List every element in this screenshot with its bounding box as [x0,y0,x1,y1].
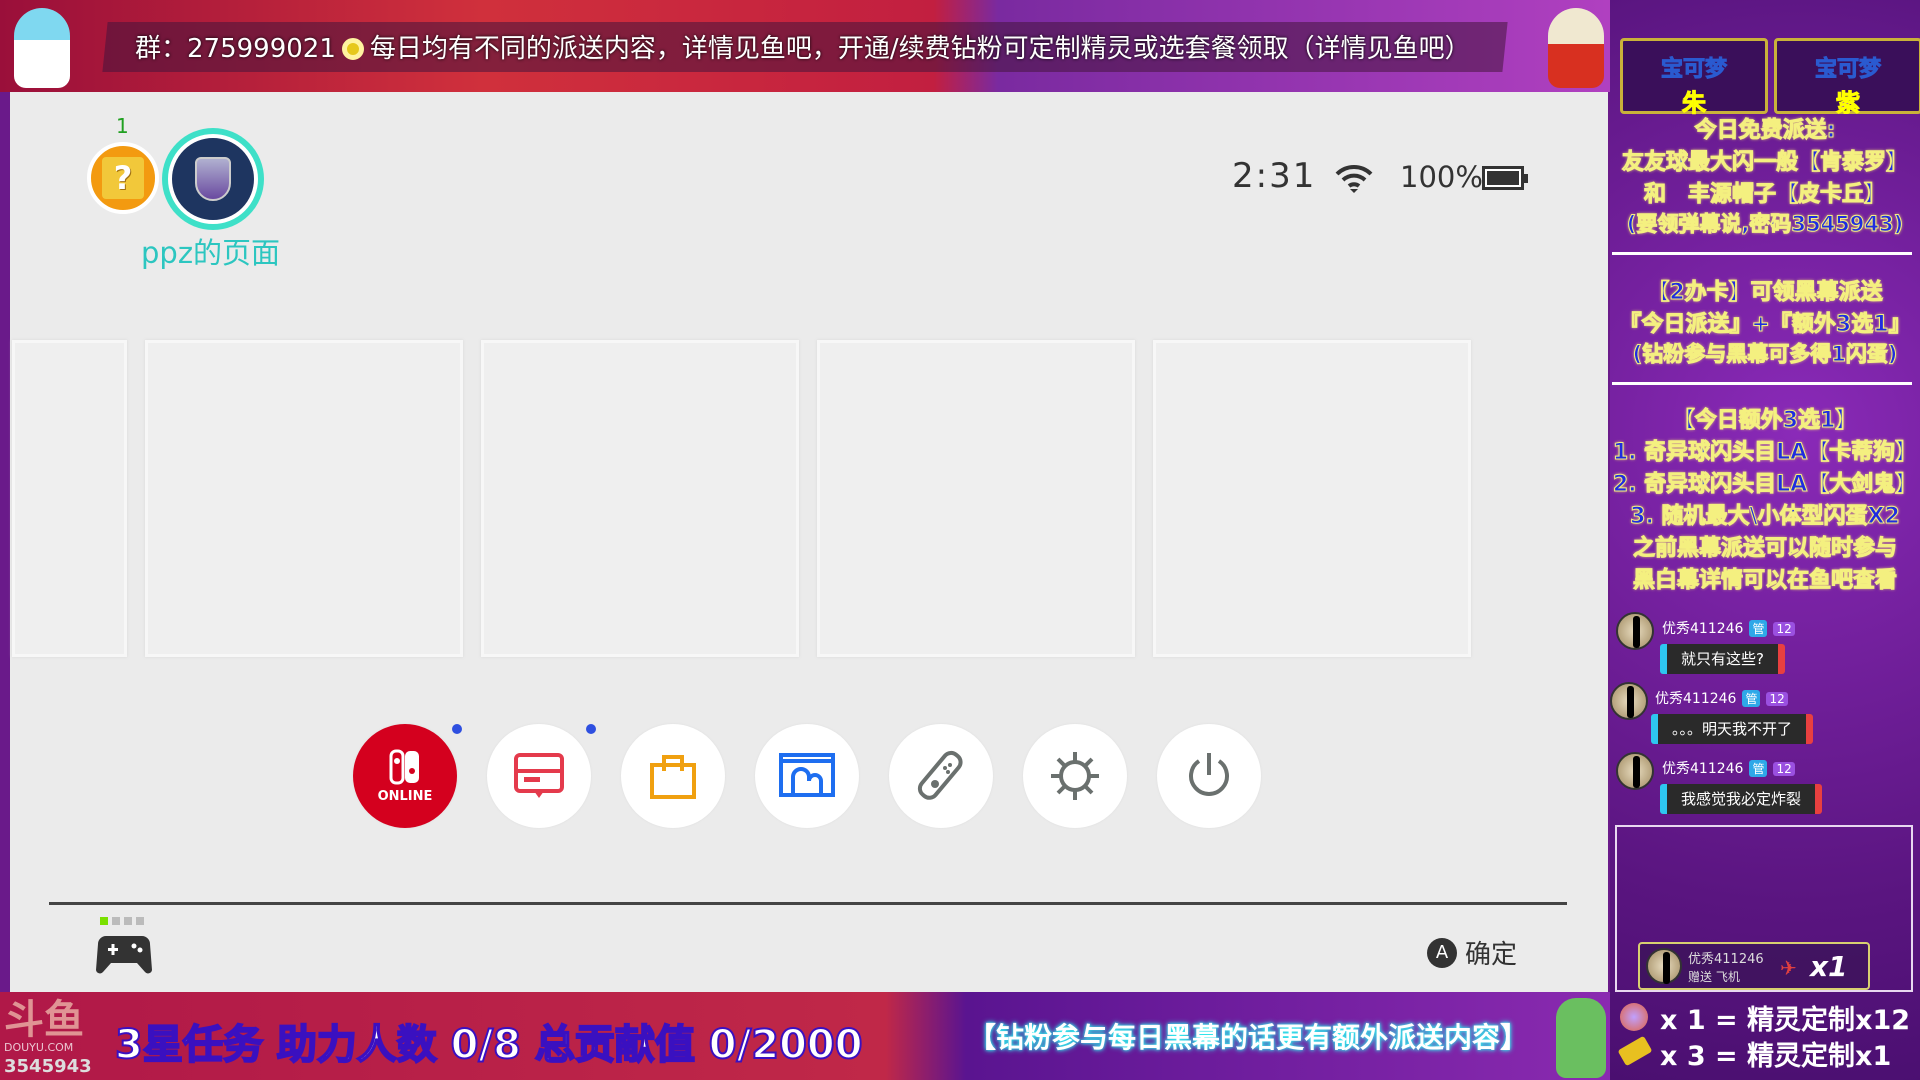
chat-bubble: 。。。明天我不开了 [1651,714,1814,744]
online-label: ONLINE [377,788,433,804]
hylian-shield-icon [195,157,231,201]
pokeball-icon [341,38,364,60]
extra-line: 之前黑幕派送可以随时参与 [1632,536,1897,562]
game-tile[interactable] [481,340,799,657]
blackcurtain-line: (钻粉参与黑幕可多得1闪蛋) [1632,342,1898,367]
banner-text: 群：275999021 每日均有不同的派送内容，详情见鱼吧，开通/续费钻粉可定制精… [135,34,1471,64]
divider [1612,382,1912,385]
game-tile-partial[interactable] [12,340,127,657]
battery-percent: 100% [1400,160,1483,194]
stream-top-banner: 群：275999021 每日均有不同的派送内容，详情见鱼吧，开通/续费钻粉可定制精… [0,0,1610,92]
gear-icon [1051,752,1099,800]
album-icon [779,753,835,797]
question-block-icon: ? [102,157,144,199]
gift-action: 赠送 飞机 [1688,970,1740,984]
quaxly-mascot [14,8,70,88]
player-indicator [100,917,144,925]
user-badge-count: 1 [116,114,129,138]
douyu-logo: 斗鱼 DOUYU.COM [4,997,84,1054]
free-gift-line: 今日免费派送: [1694,118,1836,144]
chat-username: 优秀411246 [1655,691,1737,707]
blackcurtain-line: 『今日派送』+『额外3选1』 [1619,312,1911,338]
stream-info-panel: 宝可梦朱 宝可梦紫 今日免费派送: 友友球最大闪一般【肯泰罗】 和 丰源帽子【皮… [1610,0,1920,1080]
gift-notice: 优秀411246 赠送 飞机 ✈ x1 [1638,942,1870,990]
chat-username: 优秀411246 [1662,761,1744,777]
system-settings-button[interactable] [1023,724,1127,828]
controller-icon[interactable] [96,932,152,974]
promo-text: 【钻粉参与每日黑幕的话更有额外派送内容】 [968,1021,1529,1054]
a-button-icon: A [1427,937,1457,968]
admin-badge: 管 [1749,620,1768,637]
extra-line: 【今日额外3选1】 [1672,408,1858,434]
raid-task-status: 3星任务 助力人数 0/8 总贡献值 0/2000 [114,1021,864,1069]
game-tile[interactable] [145,340,463,657]
controllers-button[interactable] [889,724,993,828]
chat-username: 优秀411246 [1662,621,1744,637]
notification-dot [452,724,462,734]
confirm-hint[interactable]: A 确定 [1427,934,1517,971]
notification-dot [586,724,596,734]
extra-line: 3. 随机最大\小体型闪蛋X2 [1630,504,1901,530]
game-tile[interactable] [1153,340,1471,657]
admin-badge: 管 [1742,690,1761,707]
user-avatar [1646,948,1682,984]
user-avatar-ppz[interactable] [168,134,258,224]
game-tile[interactable] [817,340,1135,657]
footer-divider [49,902,1567,905]
free-gift-line: (要领弹幕说,密码3545943) [1626,212,1904,237]
gift-username: 优秀411246 [1688,952,1764,967]
reward-line: x 3 = 精灵定制x1 [1660,1041,1892,1072]
news-icon [514,753,564,798]
sleep-mode-button[interactable] [1157,724,1261,828]
level-badge: 12 [1766,692,1788,706]
user-avatar [1616,752,1654,790]
diamond-fan-badge-icon [1620,1003,1648,1031]
album-button[interactable] [755,724,859,828]
level-badge: 12 [1773,622,1795,636]
status-time: 2:31 [1232,156,1317,196]
news-button[interactable] [487,724,591,828]
gift-count: x1 [1810,950,1848,983]
free-gift-line: 和 丰源帽子【皮卡丘】 [1643,182,1886,208]
pokemon-scarlet-logo: 宝可梦朱 [1620,38,1768,118]
chat-bubble: 我感觉我必定炸裂 [1660,784,1823,814]
reward-line: x 1 = 精灵定制x12 [1660,1005,1911,1036]
stream-bottom-bar: 斗鱼 DOUYU.COM 3545943 3星任务 助力人数 0/8 总贡献值 … [0,992,1610,1080]
switch-home-screen: 1 ? ppz的页面 2:31 100% ONLINE A 确定 [10,92,1608,992]
user-avatar-question-block[interactable]: ? [87,142,159,214]
user-page-label: ppz的页面 [141,236,281,270]
power-icon [1189,753,1229,796]
eshop-button[interactable] [621,724,725,828]
airplane-icon: ✈ [1780,956,1797,980]
user-avatar [1610,682,1648,720]
joycon-icon [917,750,963,800]
admin-badge: 管 [1749,760,1768,777]
gold-bar-icon [1617,1035,1653,1067]
blackcurtain-line: 【2办卡】可领黑幕派送 [1647,280,1883,306]
divider [1612,252,1912,255]
room-id: 3545943 [4,1056,92,1077]
switch-logo-icon [389,749,419,784]
free-gift-line: 友友球最大闪一般【肯泰罗】 [1621,150,1908,176]
battery-icon [1482,166,1528,190]
wifi-icon [1335,164,1373,193]
sprigatito-mascot [1556,998,1606,1078]
pokemon-violet-logo: 宝可梦紫 [1774,38,1920,118]
chat-bubble: 就只有这些? [1660,644,1785,674]
confirm-label: 确定 [1465,940,1518,970]
fuecoco-mascot [1548,8,1604,88]
user-avatar [1616,612,1654,650]
shopping-bag-icon [650,755,696,799]
extra-line: 黑白幕详情可以在鱼吧查看 [1632,568,1897,594]
extra-line: 1. 奇异球闪头目LA【卡蒂狗】 [1612,440,1918,466]
level-badge: 12 [1773,762,1795,776]
nintendo-online-button[interactable]: ONLINE [353,724,457,828]
extra-line: 2. 奇异球闪头目LA【大剑鬼】 [1612,472,1918,498]
